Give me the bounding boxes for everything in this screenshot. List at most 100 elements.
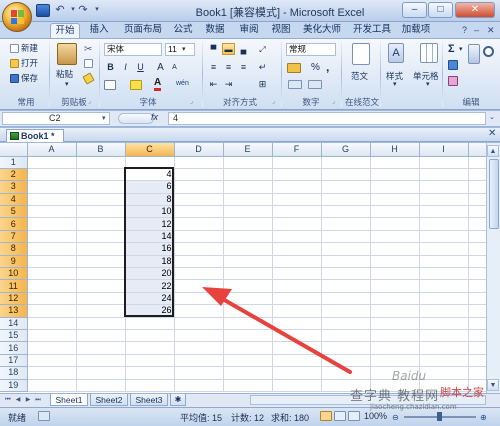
wrap-text-icon[interactable]: ↵	[256, 61, 269, 73]
cell-i1[interactable]	[419, 156, 469, 169]
cell-d5[interactable]	[174, 205, 224, 219]
vertical-scrollbar[interactable]: ▲ ▼	[486, 143, 500, 393]
cell-e12[interactable]	[223, 292, 273, 306]
insert-sheet-icon[interactable]: ✱	[170, 394, 186, 406]
cell-d8[interactable]	[174, 242, 224, 256]
paste-icon[interactable]	[57, 43, 77, 65]
cell-f14[interactable]	[272, 317, 322, 330]
cell-d3[interactable]	[174, 180, 224, 194]
column-header-i[interactable]: I	[419, 143, 469, 157]
cell-i5[interactable]	[419, 205, 469, 219]
cell-a17[interactable]	[27, 354, 77, 368]
fill-icon[interactable]	[448, 60, 458, 70]
cell-f19[interactable]	[272, 379, 322, 392]
column-header-e[interactable]: E	[223, 143, 273, 157]
cell-c13[interactable]: 26	[125, 304, 175, 318]
cell-j17[interactable]	[468, 354, 486, 368]
row-header-13[interactable]: 13	[0, 304, 28, 318]
sheet-tab-2[interactable]: Sheet2	[90, 394, 128, 406]
cell-d15[interactable]	[174, 329, 224, 343]
cell-e19[interactable]	[223, 379, 273, 392]
next-sheet-icon[interactable]: ▶	[24, 396, 32, 405]
cell-d4[interactable]	[174, 193, 224, 207]
cell-f18[interactable]	[272, 366, 322, 380]
clipboard-launcher-icon[interactable]: ⌟	[88, 98, 91, 105]
cell-g11[interactable]	[321, 279, 371, 293]
save-button[interactable]: 保存	[10, 72, 38, 84]
styles-icon[interactable]: A	[388, 43, 404, 63]
save-icon[interactable]	[36, 4, 50, 17]
number-launcher-icon[interactable]: ⌟	[332, 98, 335, 105]
cell-h13[interactable]	[370, 304, 420, 318]
cell-a4[interactable]	[27, 193, 77, 207]
cell-g16[interactable]	[321, 341, 371, 355]
row-header-16[interactable]: 16	[0, 341, 28, 355]
row-header-3[interactable]: 3	[0, 180, 28, 194]
cell-g18[interactable]	[321, 366, 371, 380]
cell-e16[interactable]	[223, 341, 273, 355]
cell-a14[interactable]	[27, 317, 77, 330]
fill-color-icon[interactable]	[130, 80, 142, 90]
column-header-j[interactable]	[468, 143, 486, 157]
maximize-button[interactable]: □	[428, 2, 453, 18]
cell-b13[interactable]	[76, 304, 126, 318]
styles-dropdown-icon[interactable]: ▾	[393, 80, 397, 88]
column-header-c[interactable]: C	[125, 143, 175, 157]
cell-i3[interactable]	[419, 180, 469, 194]
cell-f3[interactable]	[272, 180, 322, 194]
cell-c17[interactable]	[125, 354, 175, 368]
cell-e1[interactable]	[223, 156, 273, 169]
align-center-icon[interactable]: ≡	[222, 61, 235, 73]
paste-dropdown-icon[interactable]: ▾	[65, 80, 69, 88]
vertical-scroll-thumb[interactable]	[489, 159, 499, 229]
cell-c18[interactable]	[125, 366, 175, 380]
scroll-down-icon[interactable]: ▼	[487, 379, 499, 391]
autosum-button[interactable]: Σ	[448, 43, 455, 55]
cell-f6[interactable]	[272, 217, 322, 231]
cell-b16[interactable]	[76, 341, 126, 355]
cell-g6[interactable]	[321, 217, 371, 231]
cell-b9[interactable]	[76, 255, 126, 269]
cell-i7[interactable]	[419, 230, 469, 244]
alignment-launcher-icon[interactable]: ⌟	[272, 98, 275, 105]
cell-i4[interactable]	[419, 193, 469, 207]
model-essay-icon[interactable]	[352, 43, 370, 65]
find-select-icon[interactable]	[483, 46, 494, 57]
cell-b8[interactable]	[76, 242, 126, 256]
cell-e13[interactable]	[223, 304, 273, 318]
cell-d14[interactable]	[174, 317, 224, 330]
cell-g14[interactable]	[321, 317, 371, 330]
cell-c19[interactable]	[125, 379, 175, 392]
cell-a15[interactable]	[27, 329, 77, 343]
last-sheet-icon[interactable]: ⏭	[34, 396, 42, 405]
cell-e4[interactable]	[223, 193, 273, 207]
cell-g12[interactable]	[321, 292, 371, 306]
cell-d6[interactable]	[174, 217, 224, 231]
number-format-select[interactable]: 常规	[286, 43, 336, 56]
tab-data[interactable]: 数据	[202, 23, 228, 38]
cell-h15[interactable]	[370, 329, 420, 343]
cell-c3[interactable]: 6	[125, 180, 175, 194]
cell-a13[interactable]	[27, 304, 77, 318]
workbook-tab[interactable]: Book1 *	[6, 129, 64, 142]
cell-h3[interactable]	[370, 180, 420, 194]
tab-home[interactable]: 开始	[50, 23, 80, 38]
cell-a2[interactable]	[27, 168, 77, 182]
cell-b1[interactable]	[76, 156, 126, 169]
cell-b19[interactable]	[76, 379, 126, 392]
cell-b12[interactable]	[76, 292, 126, 306]
align-top-icon[interactable]: ▀	[207, 43, 220, 55]
cell-a6[interactable]	[27, 217, 77, 231]
cell-c9[interactable]: 18	[125, 255, 175, 269]
cell-b5[interactable]	[76, 205, 126, 219]
font-name-select[interactable]: 宋体	[104, 43, 162, 56]
column-header-a[interactable]: A	[27, 143, 77, 157]
paste-button[interactable]: 粘贴	[56, 68, 73, 80]
cell-f11[interactable]	[272, 279, 322, 293]
tab-beautify-master[interactable]: 美化大师	[300, 23, 344, 38]
row-header-4[interactable]: 4	[0, 193, 28, 207]
sheet-tab-1[interactable]: Sheet1	[50, 394, 88, 406]
cell-g1[interactable]	[321, 156, 371, 169]
row-header-14[interactable]: 14	[0, 317, 28, 330]
cell-i13[interactable]	[419, 304, 469, 318]
